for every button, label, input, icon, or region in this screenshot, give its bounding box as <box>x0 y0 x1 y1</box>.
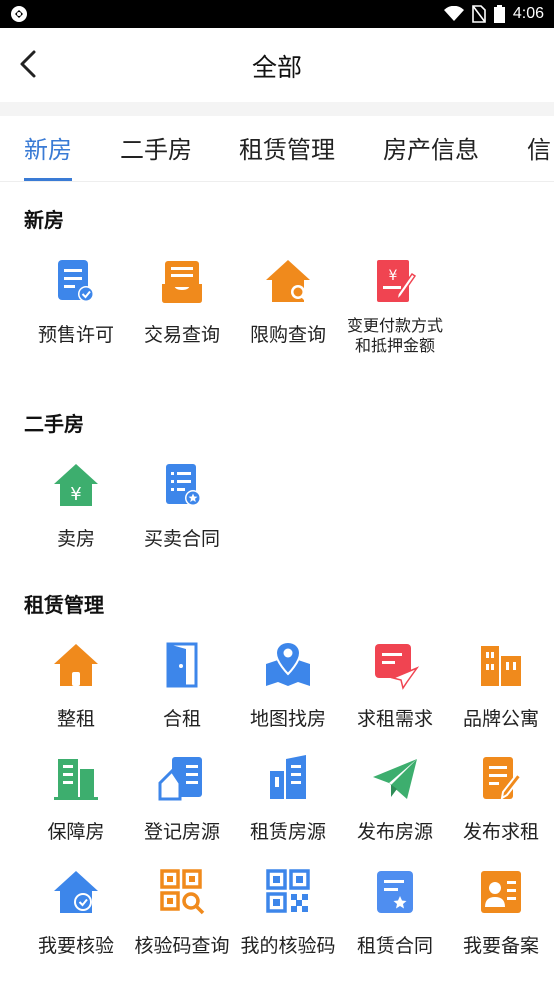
grid-item-rent-request[interactable]: 求租需求 <box>342 640 448 750</box>
grid-item-shared-rent[interactable]: 合租 <box>129 640 235 750</box>
grid-item-label: 合租 <box>162 708 201 730</box>
grid-item-label: 限购查询 <box>249 324 326 346</box>
section-title-rental-management: 租赁管理 <box>24 593 104 617</box>
grid-item-label: 租赁合同 <box>356 935 433 957</box>
grid-item-brand-apartment[interactable]: 品牌公寓 <box>448 640 554 750</box>
grid-item-label-line: 和抵押金额 <box>354 336 435 355</box>
grid-item-whole-rent[interactable]: 整租 <box>23 640 129 750</box>
grid-item-change-payment[interactable]: ¥ 变更付款方式 和抵押金额 <box>342 256 448 366</box>
app-notification-icon <box>11 6 27 22</box>
grid-item-label: 租赁房源 <box>249 821 326 843</box>
grid-item-publish-listing[interactable]: 发布房源 <box>342 753 448 863</box>
grid-item-transaction-query[interactable]: 交易查询 <box>129 256 235 366</box>
svg-text:¥: ¥ <box>389 268 398 284</box>
qr-code-icon <box>266 869 310 913</box>
wifi-icon <box>443 6 464 21</box>
grid-item-verification-code-query[interactable]: 核验码查询 <box>129 867 235 977</box>
battery-icon <box>493 5 505 23</box>
document-edit-icon <box>483 757 523 800</box>
house-yuan-icon: ¥ <box>54 464 98 506</box>
message-send-icon <box>375 644 420 690</box>
grid-item-label: 变更付款方式 和抵押金额 <box>338 316 452 356</box>
grid-item-presale-permit[interactable]: 预售许可 <box>23 256 129 366</box>
tab-active-indicator <box>24 178 72 181</box>
divider <box>0 102 554 116</box>
tab-new-house[interactable]: 新房 <box>24 130 72 165</box>
yuan-document-edit-icon: ¥ <box>377 260 417 303</box>
page-title: 全部 <box>251 53 302 82</box>
grid-item-sale-contract[interactable]: 买卖合同 <box>129 460 235 570</box>
grid-item-label: 交易查询 <box>143 324 220 346</box>
grid-item-register-listing[interactable]: 登记房源 <box>129 753 235 863</box>
map-pin-icon <box>266 640 310 686</box>
grid-item-file-record[interactable]: 我要备案 <box>448 867 554 977</box>
tab-info-truncated[interactable]: 信 <box>527 130 551 165</box>
grid-item-label: 卖房 <box>56 528 95 550</box>
grid-item-label: 买卖合同 <box>143 528 220 550</box>
qr-search-icon <box>160 869 205 915</box>
grid-item-label: 保障房 <box>47 821 105 843</box>
house-search-icon <box>266 260 310 304</box>
grid-item-label-line: 变更付款方式 <box>346 316 443 335</box>
grid-item-label: 我的核验码 <box>240 935 336 957</box>
grid-item-rental-listings[interactable]: 租赁房源 <box>235 753 341 863</box>
section-title-new-house: 新房 <box>24 208 64 232</box>
grid-item-my-verification-code[interactable]: 我的核验码 <box>235 867 341 977</box>
tab-rental-management[interactable]: 租赁管理 <box>239 130 335 165</box>
grid-item-label: 登记房源 <box>143 821 220 843</box>
contact-card-icon <box>481 871 521 913</box>
tab-property-info[interactable]: 房产信息 <box>383 130 479 165</box>
contract-icon <box>377 871 413 913</box>
buildings-icon <box>54 759 98 800</box>
section-title-second-hand: 二手房 <box>24 412 84 436</box>
grid-item-affordable-housing[interactable]: 保障房 <box>23 753 129 863</box>
grid-item-rental-contract[interactable]: 租赁合同 <box>342 867 448 977</box>
house-icon <box>54 644 98 686</box>
grid-item-sell-house[interactable]: ¥ 卖房 <box>23 460 129 570</box>
grid-item-label: 我要核验 <box>37 935 114 957</box>
grid-item-verify[interactable]: 我要核验 <box>23 867 129 977</box>
grid-item-label: 核验码查询 <box>134 935 230 957</box>
status-time: 4:06 <box>512 5 544 22</box>
grid-item-label: 预售许可 <box>37 324 114 346</box>
document-check-icon <box>58 260 94 302</box>
tab-second-hand[interactable]: 二手房 <box>120 130 192 165</box>
paper-plane-icon <box>373 759 417 799</box>
grid-item-publish-rent-request[interactable]: 发布求租 <box>448 753 554 863</box>
category-tabs: 新房 二手房 租赁管理 房产信息 信 <box>0 116 554 182</box>
grid-item-label: 地图找房 <box>249 708 326 730</box>
grid-item-label: 发布求租 <box>462 821 539 843</box>
house-check-icon <box>54 871 98 913</box>
rental-buildings-icon <box>270 755 306 799</box>
contract-star-icon <box>166 464 201 506</box>
navigation-bar: 全部 <box>0 28 554 102</box>
no-sim-icon <box>472 5 486 23</box>
grid-item-map-search[interactable]: 地图找房 <box>235 640 341 750</box>
apartment-building-icon <box>481 646 521 686</box>
status-bar: 4:06 <box>0 0 554 28</box>
grid-item-label: 求租需求 <box>356 708 433 730</box>
door-icon <box>166 642 198 688</box>
grid-item-label: 品牌公寓 <box>462 708 539 730</box>
svg-text:¥: ¥ <box>70 484 81 505</box>
inbox-list-icon <box>162 261 202 303</box>
grid-item-purchase-restriction-query[interactable]: 限购查询 <box>235 256 341 366</box>
grid-item-label: 整租 <box>56 708 95 730</box>
grid-item-label: 我要备案 <box>462 935 539 957</box>
grid-item-label: 发布房源 <box>356 821 433 843</box>
register-house-icon <box>158 757 202 801</box>
